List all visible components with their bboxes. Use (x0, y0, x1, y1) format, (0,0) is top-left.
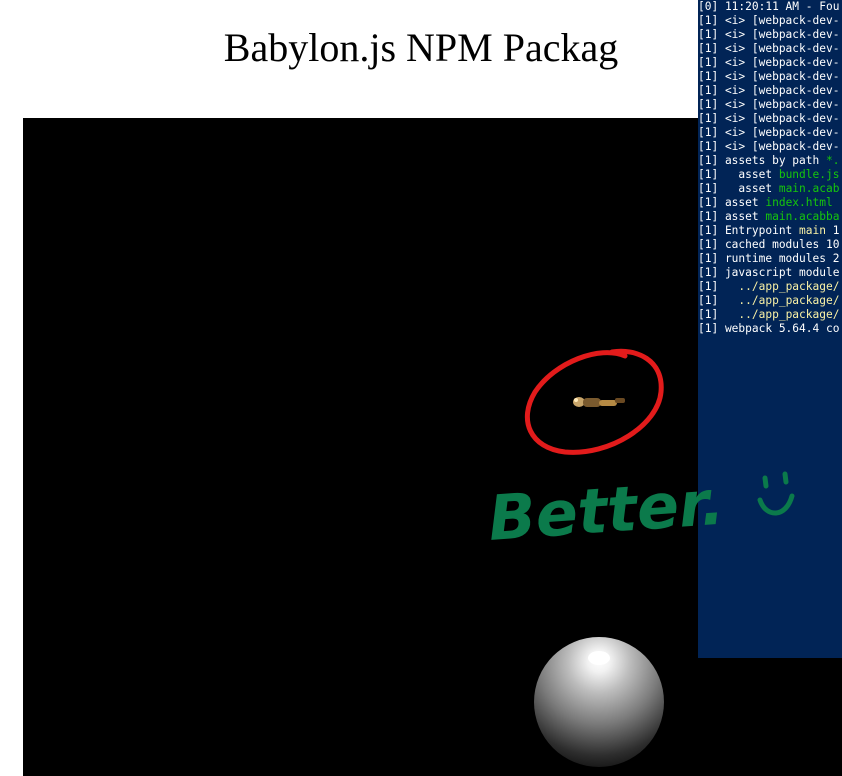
terminal-line: [1] <i> [webpack-dev- (698, 84, 839, 98)
terminal-line: [1] cached modules 10 (698, 238, 839, 252)
terminal-line-text: [1] <i> [webpack-dev- (698, 56, 840, 69)
terminal-line: [1] <i> [webpack-dev- (698, 14, 839, 28)
terminal-line-text: [1] <i> [webpack-dev- (698, 84, 840, 97)
terminal-line-highlight: main.acab (778, 182, 840, 195)
terminal-line: [1] <i> [webpack-dev- (698, 126, 839, 140)
terminal-line-text: [1] <i> [webpack-dev- (698, 126, 840, 139)
terminal-line-text: [1] (698, 294, 739, 307)
terminal-line-highlight: main.acabba (765, 210, 840, 223)
terminal-output: [0] 11:20:11 AM - Fou [1] <i> [webpack-de… (698, 0, 839, 336)
terminal-line: [1] asset main.acabba (698, 210, 839, 224)
terminal-window[interactable]: [0] 11:20:11 AM - Fou [1] <i> [webpack-de… (698, 0, 842, 658)
terminal-line-text: [1] webpack 5.64.4 co (698, 322, 840, 335)
terminal-line-text: [1] assets by path (698, 154, 826, 167)
terminal-line: [1] ../app_package/ (698, 294, 839, 308)
terminal-line-text: [1] asset (698, 168, 779, 181)
terminal-line: [1] asset bundle.js (698, 168, 839, 182)
terminal-line: [0] 11:20:11 AM - Fou (698, 0, 839, 14)
terminal-line-highlight: *. (825, 154, 840, 167)
terminal-line-highlight: ../app_package/ (738, 280, 840, 293)
terminal-line-text: [1] asset (698, 182, 779, 195)
terminal-line-highlight: bundle.js (778, 168, 840, 181)
terminal-line-text: [1] <i> [webpack-dev- (698, 98, 840, 111)
terminal-line: [1] javascript module (698, 266, 839, 280)
terminal-line-highlight: ../app_package/ (738, 294, 840, 307)
terminal-line-text: [1] Entrypoint (698, 224, 800, 237)
terminal-line-text: [1] asset (698, 196, 766, 209)
terminal-line-highlight: main (799, 224, 826, 237)
terminal-line-text: [1] javascript module (698, 266, 840, 279)
terminal-line: [1] <i> [webpack-dev- (698, 70, 839, 84)
terminal-line: [1] webpack 5.64.4 co (698, 322, 839, 336)
terminal-line: [1] assets by path *. (698, 154, 839, 168)
sphere-specular-highlight (588, 651, 610, 665)
terminal-line: [1] <i> [webpack-dev- (698, 98, 839, 112)
terminal-line-text: [0] 11:20:11 AM - Fou (698, 0, 840, 13)
terminal-line: [1] ../app_package/ (698, 308, 839, 322)
character-model (573, 397, 625, 407)
terminal-line-highlight: index.html (765, 196, 833, 209)
terminal-line-text: [1] <i> [webpack-dev- (698, 70, 840, 83)
terminal-line: [1] <i> [webpack-dev- (698, 112, 839, 126)
terminal-line-text: [1] (698, 280, 739, 293)
terminal-line: [1] asset main.acab (698, 182, 839, 196)
terminal-line-text: [1] <i> [webpack-dev- (698, 140, 840, 153)
terminal-line-suffix: 1 (826, 224, 840, 237)
terminal-line: [1] <i> [webpack-dev- (698, 42, 839, 56)
terminal-line: [1] asset index.html (698, 196, 839, 210)
terminal-line-text: [1] <i> [webpack-dev- (698, 14, 840, 27)
terminal-line-text: [1] <i> [webpack-dev- (698, 28, 840, 41)
terminal-line: [1] <i> [webpack-dev- (698, 28, 839, 42)
terminal-line-text: [1] cached modules 10 (698, 238, 840, 251)
terminal-line: [1] Entrypoint main 1 (698, 224, 839, 238)
terminal-line: [1] ../app_package/ (698, 280, 839, 294)
terminal-line-text: [1] (698, 308, 739, 321)
terminal-line-text: [1] <i> [webpack-dev- (698, 112, 840, 125)
terminal-line: [1] runtime modules 2 (698, 252, 839, 266)
terminal-line: [1] <i> [webpack-dev- (698, 140, 839, 154)
terminal-line-text: [1] asset (698, 210, 766, 223)
terminal-line-highlight: ../app_package/ (738, 308, 840, 321)
terminal-line-text: [1] runtime modules 2 (698, 252, 840, 265)
terminal-line: [1] <i> [webpack-dev- (698, 56, 839, 70)
terminal-line-text: [1] <i> [webpack-dev- (698, 42, 840, 55)
